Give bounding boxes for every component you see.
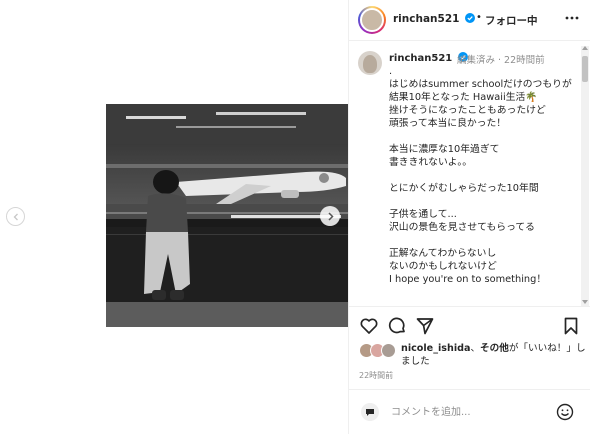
post-photo[interactable] <box>106 104 348 327</box>
media-area <box>0 0 348 434</box>
scroll-down-arrow[interactable] <box>582 300 588 304</box>
action-bar <box>349 314 590 338</box>
chevron-right-icon <box>327 211 334 221</box>
author-avatar[interactable] <box>358 6 386 34</box>
likes-text: nicole_ishida、その他が「いいね！」しました <box>401 343 589 368</box>
caption-author-username[interactable]: rinchan521 <box>389 52 468 64</box>
liker-username[interactable]: nicole_ishida <box>401 343 470 354</box>
emoji-icon[interactable] <box>556 403 574 421</box>
post-side-panel: rinchan521 • フォロー中 rinchan521 編集済み · 22時… <box>348 0 590 434</box>
likes-others-link[interactable]: その他 <box>480 343 509 354</box>
bookmark-icon[interactable] <box>561 316 581 336</box>
caption-meta: 編集済み · 22時間前 <box>457 55 545 66</box>
liker-avatars[interactable] <box>359 343 399 359</box>
liker-avatar[interactable] <box>381 343 396 358</box>
comment-avatar-icon[interactable] <box>361 403 379 421</box>
caption-scrollbar[interactable] <box>581 46 589 306</box>
speech-bubble-icon <box>366 409 374 416</box>
likes-connector: 、 <box>470 343 481 354</box>
airport-photo-image <box>106 104 348 327</box>
heart-icon[interactable] <box>359 316 379 336</box>
comment-input[interactable] <box>391 403 541 421</box>
verified-badge-icon <box>465 13 476 23</box>
caption-area[interactable]: rinchan521 編集済み · 22時間前 . はじめはsummer sch… <box>349 42 590 307</box>
comment-bar <box>349 389 590 434</box>
caption-author-avatar[interactable] <box>358 51 382 75</box>
likes-summary: nicole_ishida、その他が「いいね！」しました <box>359 343 587 369</box>
comment-icon[interactable] <box>387 316 407 336</box>
post-header: rinchan521 • フォロー中 <box>349 0 590 41</box>
header-separator: • <box>476 12 482 23</box>
caption-text: . はじめはsummer schoolだけのつもりが 結果10年となった Haw… <box>389 66 572 285</box>
post-timestamp[interactable]: 22時間前 <box>359 370 393 381</box>
previous-post-button[interactable] <box>6 207 25 226</box>
scroll-thumb[interactable] <box>582 56 588 82</box>
chevron-left-icon <box>13 213 18 220</box>
caption-username-text[interactable]: rinchan521 <box>389 53 452 64</box>
share-icon[interactable] <box>415 316 435 336</box>
more-options-icon[interactable] <box>563 11 581 25</box>
scroll-up-arrow[interactable] <box>582 46 588 50</box>
author-username-text[interactable]: rinchan521 <box>393 13 459 25</box>
follow-status-button[interactable]: フォロー中 <box>485 13 538 28</box>
author-username[interactable]: rinchan521 <box>393 13 476 25</box>
next-photo-button[interactable] <box>320 206 340 226</box>
